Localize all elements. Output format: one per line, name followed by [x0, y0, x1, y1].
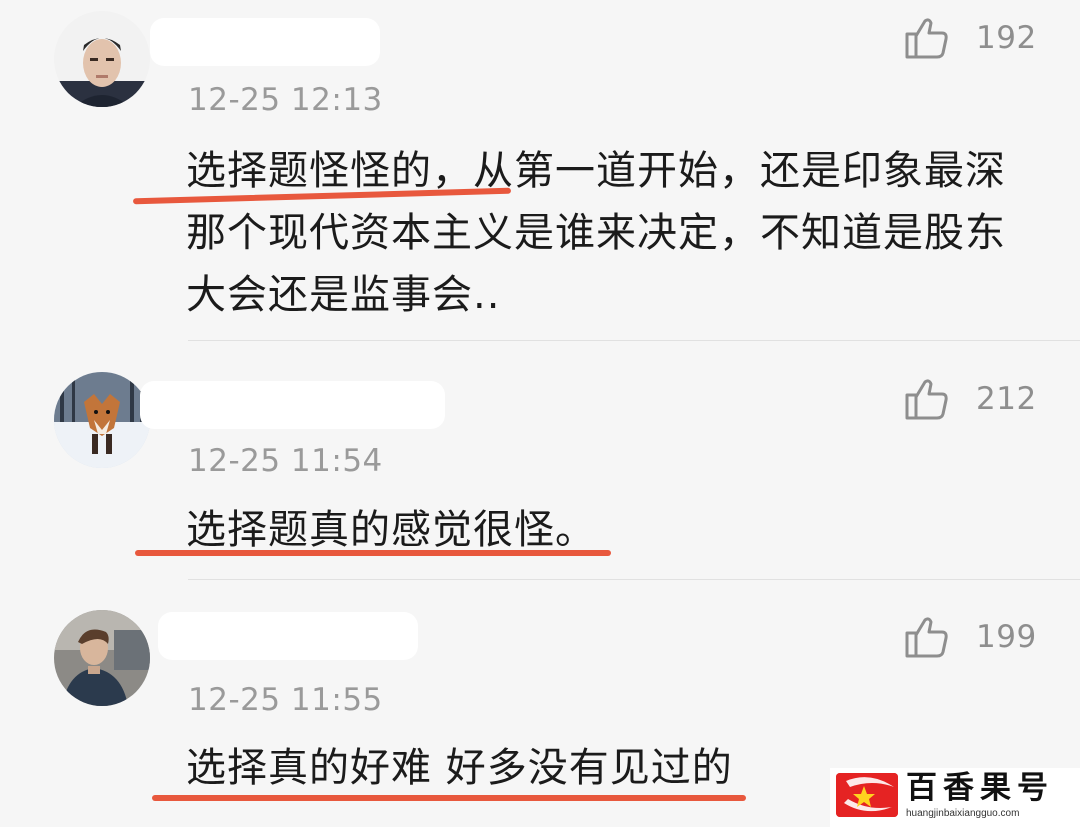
- highlight-underline: [152, 795, 746, 801]
- avatar[interactable]: [54, 610, 150, 706]
- watermark: 百香果号 huangjinbaixiangguo.com: [830, 768, 1080, 827]
- divider: [188, 579, 1080, 580]
- avatar[interactable]: [54, 11, 150, 107]
- star-logo-icon: [836, 773, 898, 817]
- comment-text: 选择题怪怪的，从第一道开始，还是印象最深那个现代资本主义是谁来决定，不知道是股东…: [186, 148, 1006, 318]
- avatar[interactable]: [54, 372, 150, 468]
- thumbs-up-icon: [905, 18, 948, 59]
- divider: [188, 340, 1080, 341]
- like-button[interactable]: 192: [904, 15, 1037, 61]
- thumbs-up-icon: [905, 379, 948, 420]
- like-count: 192: [976, 20, 1037, 56]
- thumbs-up-icon: [905, 617, 948, 658]
- comment-timestamp: 12-25 11:55: [188, 682, 383, 718]
- username-redacted: [140, 381, 445, 429]
- highlight-underline: [135, 550, 611, 556]
- username-redacted: [150, 18, 380, 66]
- watermark-url: huangjinbaixiangguo.com: [906, 808, 1020, 819]
- like-count: 199: [976, 619, 1037, 655]
- like-count: 212: [976, 381, 1037, 417]
- username-redacted: [158, 612, 418, 660]
- comment-timestamp: 12-25 11:54: [188, 443, 383, 479]
- like-button[interactable]: 199: [904, 614, 1037, 660]
- watermark-title: 百香果号: [906, 770, 1054, 806]
- like-button[interactable]: 212: [904, 376, 1037, 422]
- comment-timestamp: 12-25 12:13: [188, 82, 383, 118]
